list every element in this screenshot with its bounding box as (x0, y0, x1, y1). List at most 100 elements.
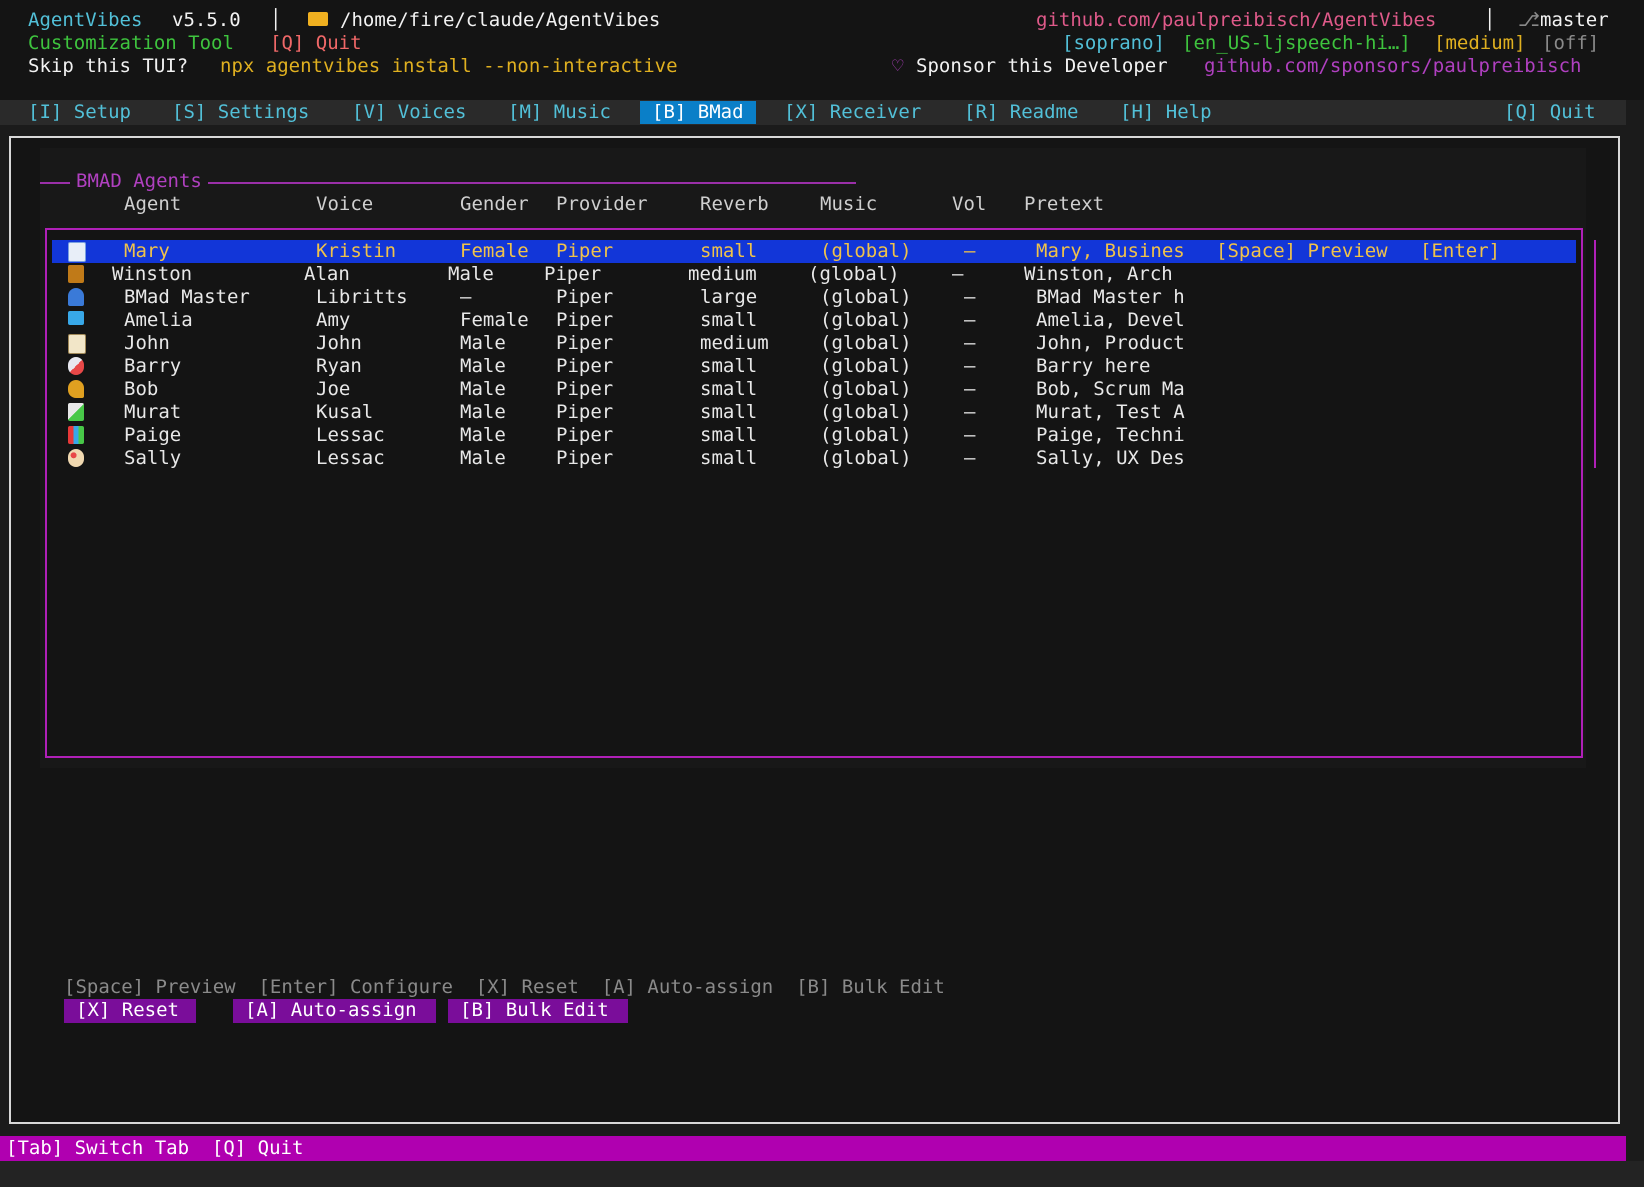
agent-vol: — (964, 378, 976, 400)
agent-provider: Piper (556, 401, 614, 423)
tab-settings[interactable]: [S] Settings (172, 101, 309, 124)
agent-name: Barry (124, 355, 182, 377)
agent-reverb: small (700, 355, 758, 377)
reset-button[interactable]: [X] Reset (64, 999, 196, 1023)
agent-vol: — (964, 332, 976, 354)
agent-music: (global) (820, 378, 912, 400)
agent-reverb: small (700, 447, 758, 469)
agent-music: (global) (820, 286, 912, 308)
tab-readme[interactable]: [R] Readme (964, 101, 1078, 124)
table-row[interactable]: Winston Alan Male Piper medium (global) … (52, 263, 1576, 286)
preview-hint[interactable]: [Space] Preview (1216, 240, 1388, 263)
agent-reverb: small (700, 424, 758, 446)
agent-gender: Male (460, 332, 506, 354)
agent-provider: Piper (556, 378, 614, 400)
app-subtitle: Customization Tool (28, 32, 234, 54)
sponsor-link[interactable]: github.com/sponsors/paulpreibisch (1204, 55, 1582, 78)
laptop-icon (68, 311, 84, 325)
col-reverb: Reverb (700, 193, 769, 215)
agent-pretext: Mary, Busines (1036, 240, 1185, 262)
agent-name: Amelia (124, 309, 193, 331)
agent-name: Paige (124, 424, 182, 446)
agent-provider: Piper (556, 286, 614, 308)
table-scrollbar[interactable] (1594, 240, 1596, 468)
table-row[interactable]: Bob Joe Male Piper small (global) — Bob,… (52, 378, 1576, 401)
agent-vol: — (964, 240, 976, 262)
status-quality: [medium] (1434, 32, 1526, 54)
mage-icon (68, 288, 84, 306)
agent-provider: Piper (556, 355, 614, 377)
app-version: v5.5.0 (172, 9, 241, 31)
agent-voice: John (316, 332, 362, 354)
table-row[interactable]: Amelia Amy Female Piper small (global) —… (52, 309, 1576, 332)
agent-gender: Male (460, 424, 506, 446)
col-pretext: Pretext (1024, 193, 1105, 215)
tab-help[interactable]: [H] Help (1120, 101, 1212, 124)
app-name: AgentVibes (28, 9, 143, 31)
git-branch: master (1540, 9, 1609, 31)
tab-voices[interactable]: [V] Voices (352, 101, 466, 124)
tab-receiver[interactable]: [X] Receiver (784, 101, 921, 124)
tab-bar: [I] Setup [S] Settings [V] Voices [M] Mu… (0, 100, 1626, 125)
repo-link[interactable]: github.com/paulpreibisch/AgentVibes (1036, 9, 1436, 32)
enter-hint[interactable]: [Enter] (1420, 240, 1500, 263)
rocket-icon (68, 357, 84, 375)
agent-provider: Piper (556, 447, 614, 469)
agent-music: (global) (820, 355, 912, 377)
agent-provider: Piper (556, 424, 614, 446)
table-row[interactable]: Paige Lessac Male Piper small (global) —… (52, 424, 1576, 447)
agent-gender: Male (460, 378, 506, 400)
agent-gender: Female (460, 309, 529, 331)
bulk-edit-button[interactable]: [B] Bulk Edit (448, 999, 628, 1023)
agent-vol: — (964, 424, 976, 446)
tab-music[interactable]: [M] Music (508, 101, 611, 124)
skip-label: Skip this TUI? (28, 55, 189, 77)
clipboard-icon (68, 334, 86, 354)
project-path: /home/fire/claude/AgentVibes (340, 9, 661, 31)
agent-reverb: small (700, 240, 758, 262)
agent-music: (global) (820, 447, 912, 469)
runner-icon (68, 380, 84, 398)
col-agent: Agent (124, 193, 182, 215)
header-quit[interactable]: [Q] Quit (270, 32, 362, 55)
table-row[interactable]: John John Male Piper medium (global) — J… (52, 332, 1576, 355)
agent-reverb: small (700, 401, 758, 423)
agent-voice: Joe (316, 378, 351, 400)
tab-setup[interactable]: [I] Setup (28, 101, 131, 124)
agent-reverb: medium (688, 263, 757, 285)
agent-reverb: small (700, 309, 758, 331)
agent-name: Winston (112, 263, 193, 285)
agent-voice: Libritts (316, 286, 408, 308)
agent-reverb: large (700, 286, 758, 308)
table-row[interactable]: Barry Ryan Male Piper small (global) — B… (52, 355, 1576, 378)
agents-panel-title: BMAD Agents (70, 170, 208, 193)
agent-pretext: Winston, Arch (1024, 263, 1173, 285)
agent-vol: — (952, 263, 964, 285)
agent-voice: Lessac (316, 424, 385, 446)
agent-voice: Alan (304, 263, 350, 285)
table-row[interactable]: Mary Kristin Female Piper small (global)… (52, 240, 1576, 263)
construction-icon (68, 265, 84, 283)
table-row[interactable]: Sally Lessac Male Piper small (global) —… (52, 447, 1576, 470)
agent-provider: Piper (544, 263, 602, 285)
tab-bmad[interactable]: [B] BMad (640, 101, 756, 124)
agent-vol: — (964, 401, 976, 423)
col-music: Music (820, 193, 878, 215)
agent-music: (global) (820, 401, 912, 423)
keyboard-hints: [Space] Preview [Enter] Configure [X] Re… (64, 976, 945, 998)
status-voice: [soprano] (1062, 32, 1165, 54)
palette-icon (68, 449, 84, 467)
table-row[interactable]: BMad Master Libritts — Piper large (glob… (52, 286, 1576, 309)
col-gender: Gender (460, 193, 529, 215)
auto-assign-button[interactable]: [A] Auto-assign (233, 999, 436, 1023)
agent-gender: Male (460, 401, 506, 423)
agent-name: Bob (124, 378, 159, 400)
agent-pretext: Sally, UX Des (1036, 447, 1185, 469)
agent-voice: Ryan (316, 355, 362, 377)
tab-quit[interactable]: [Q] Quit (1504, 101, 1596, 124)
heart-icon: ♡ (892, 55, 904, 77)
agent-pretext: BMad Master h (1036, 286, 1185, 308)
agent-provider: Piper (556, 332, 614, 354)
table-row[interactable]: Murat Kusal Male Piper small (global) — … (52, 401, 1576, 424)
agent-reverb: medium (700, 332, 769, 354)
